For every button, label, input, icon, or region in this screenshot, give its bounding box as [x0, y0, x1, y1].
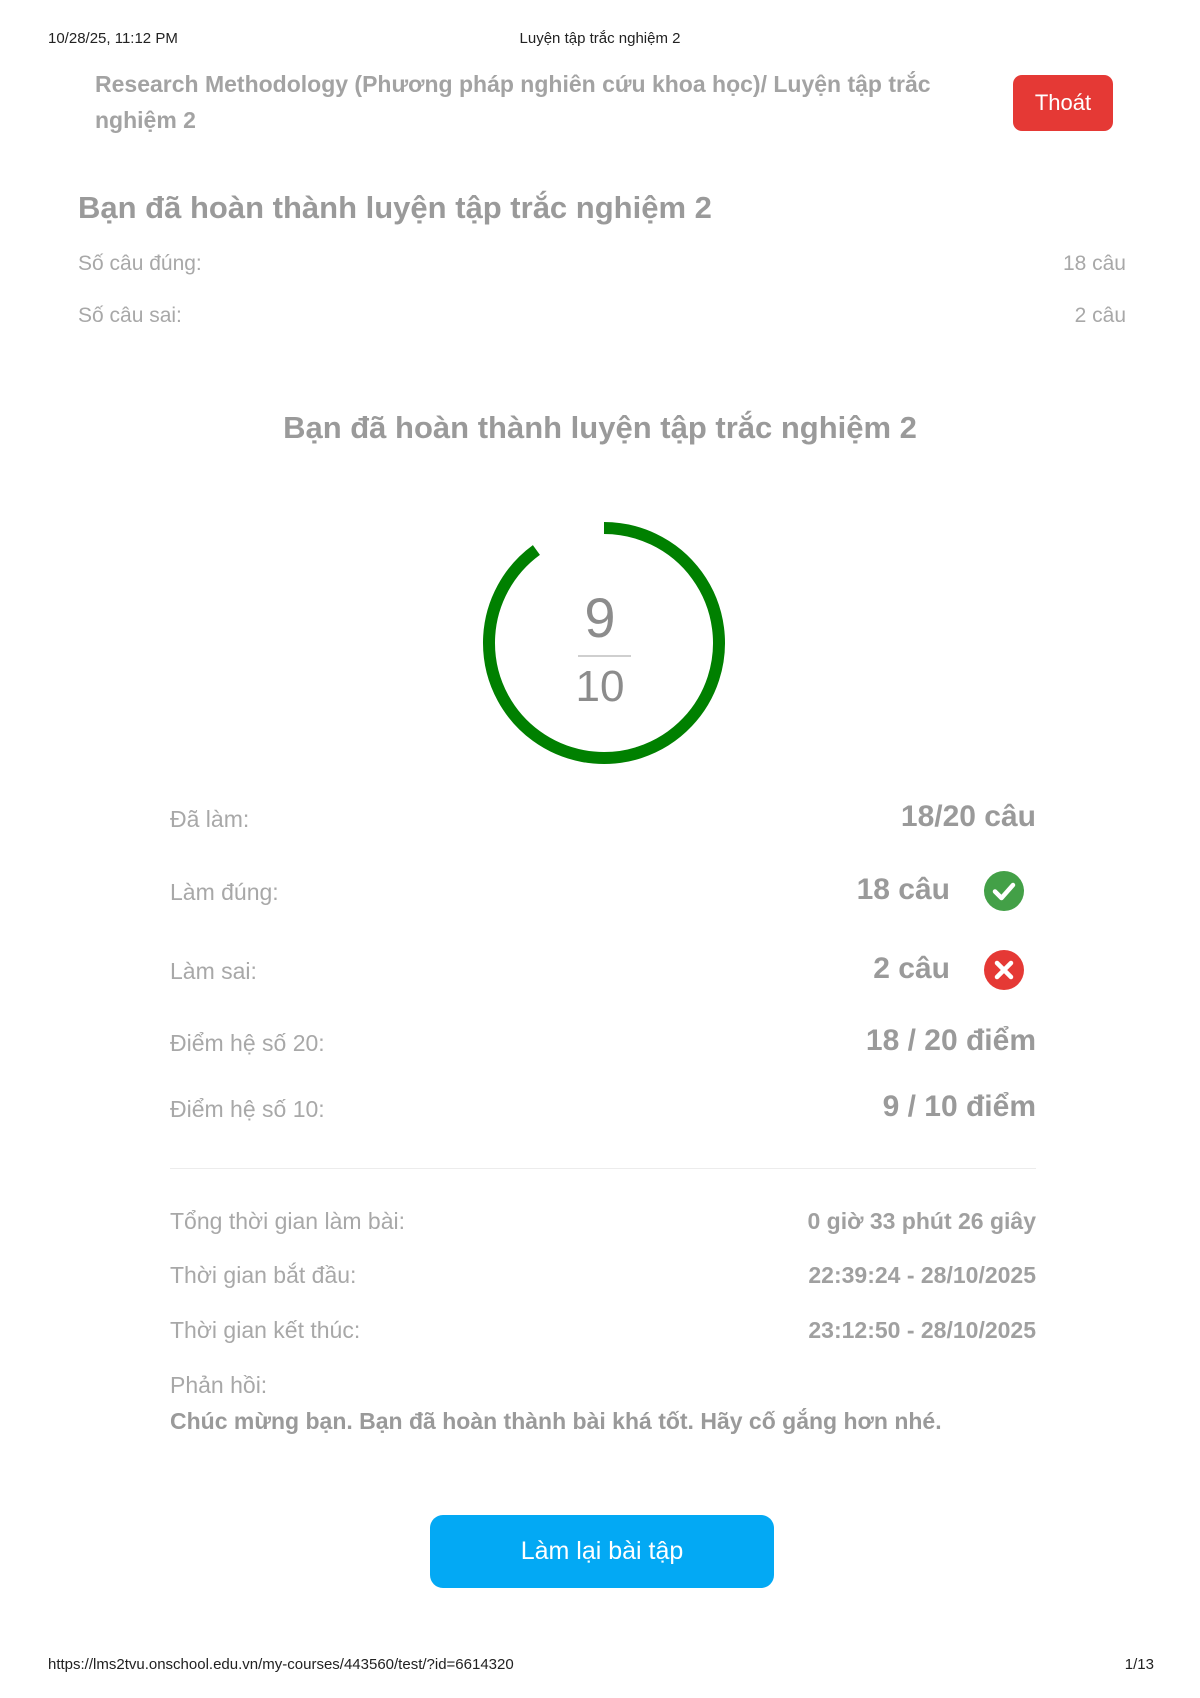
- print-url[interactable]: https://lms2tvu.onschool.edu.vn/my-cours…: [48, 1656, 514, 1673]
- score-max: 10: [575, 662, 625, 711]
- stat-score10-label: Điểm hệ số 10:: [170, 1096, 325, 1122]
- result-title: Bạn đã hoàn thành luyện tập trắc nghiệm …: [283, 410, 917, 445]
- stat-score20-label: Điểm hệ số 20:: [170, 1030, 325, 1056]
- summary-correct-value: 18 câu: [1062, 252, 1126, 275]
- stat-score10-value: 9 / 10 điểm: [882, 1090, 1036, 1123]
- time-total-label: Tổng thời gian làm bài:: [170, 1208, 405, 1234]
- feedback-text: Chúc mừng bạn. Bạn đã hoàn thành bài khá…: [170, 1408, 942, 1434]
- exit-button[interactable]: Thoát: [1013, 75, 1113, 131]
- time-end-label: Thời gian kết thúc:: [170, 1317, 361, 1343]
- breadcrumb[interactable]: Research Methodology (Phương pháp nghiên…: [95, 66, 955, 138]
- score-divider: [578, 655, 631, 657]
- x-circle-icon: [984, 950, 1024, 990]
- stat-done-value: 18/20 câu: [900, 800, 1036, 833]
- summary-wrong-value: 2 câu: [1074, 304, 1126, 327]
- stat-wrong-value: 2 câu: [873, 952, 950, 985]
- time-start-value: 22:39:24 - 28/10/2025: [808, 1262, 1036, 1288]
- retry-button[interactable]: Làm lại bài tập: [430, 1515, 774, 1588]
- summary-wrong-label: Số câu sai:: [78, 304, 182, 327]
- stat-wrong-row: Làm sai: 2 câu: [170, 948, 1036, 992]
- summary-title: Bạn đã hoàn thành luyện tập trắc nghiệm …: [78, 190, 712, 225]
- time-total-value: 0 giờ 33 phút 26 giây: [807, 1208, 1036, 1234]
- stat-done-row: Đã làm: 18/20 câu: [170, 796, 1036, 840]
- summary-correct-row: Số câu đúng: 18 câu: [78, 252, 1126, 276]
- print-page-number: 1/13: [1124, 1656, 1154, 1673]
- score-value: 9: [584, 586, 616, 649]
- time-start-label: Thời gian bắt đầu:: [170, 1262, 357, 1288]
- stat-correct-label: Làm đúng:: [170, 879, 279, 905]
- check-circle-icon: [984, 871, 1024, 911]
- summary-wrong-row: Số câu sai: 2 câu: [78, 304, 1126, 328]
- stat-done-label: Đã làm:: [170, 806, 250, 832]
- feedback-label: Phản hồi:: [170, 1372, 268, 1398]
- stat-correct-value: 18 câu: [856, 873, 950, 906]
- time-end-value: 23:12:50 - 28/10/2025: [808, 1317, 1036, 1343]
- stat-score10-row: Điểm hệ số 10: 9 / 10 điểm: [170, 1086, 1036, 1130]
- summary-correct-label: Số câu đúng:: [78, 252, 202, 275]
- stat-wrong-label: Làm sai:: [170, 958, 257, 984]
- stat-correct-row: Làm đúng: 18 câu: [170, 869, 1036, 913]
- print-doc-title: Luyện tập trắc nghiệm 2: [519, 30, 681, 47]
- divider: [170, 1168, 1036, 1169]
- stat-score20-value: 18 / 20 điểm: [865, 1024, 1036, 1057]
- stat-score20-row: Điểm hệ số 20: 18 / 20 điểm: [170, 1020, 1036, 1064]
